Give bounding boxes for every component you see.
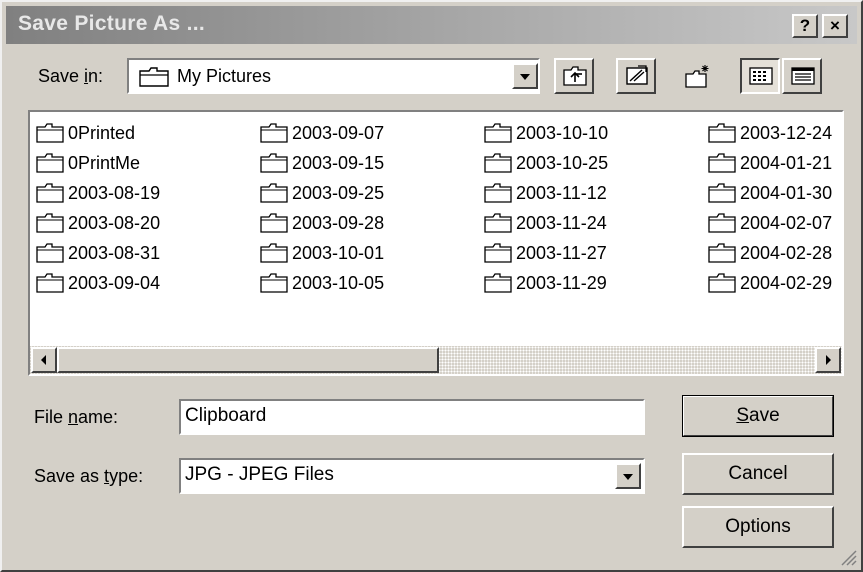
folder-name: 2003-09-07	[292, 123, 385, 143]
folder-icon	[36, 123, 64, 150]
folder-icon	[36, 243, 64, 270]
chevron-down-icon	[623, 474, 633, 480]
folder-name: 2004-02-29	[740, 273, 833, 293]
folder-name: 2003-10-05	[292, 273, 385, 293]
save-button[interactable]: Save	[682, 395, 834, 437]
folder-name: 2004-01-21	[740, 153, 833, 173]
save-in-dropdown[interactable]: My Pictures	[127, 58, 540, 94]
folder-icon	[260, 243, 288, 270]
save-as-type-value: JPG - JPEG Files	[185, 464, 334, 485]
details-view-icon	[791, 67, 815, 85]
folder-name: 2003-12-24	[740, 123, 833, 143]
save-in-dropdown-arrow[interactable]	[512, 63, 538, 89]
window-title: Save Picture As ...	[18, 12, 206, 35]
folder-name: 0Printed	[68, 123, 136, 143]
folder-name: 0PrintMe	[68, 153, 141, 173]
folder-icon	[708, 213, 736, 240]
close-button[interactable]: ×	[822, 14, 848, 38]
folder-icon	[484, 213, 512, 240]
folder-name: 2004-02-28	[740, 243, 833, 263]
folder-icon	[260, 153, 288, 180]
file-grid: 0Printed 0PrintMe 2003-08-19 2003-08-20 2003…	[30, 112, 842, 344]
folder-name: 2003-09-15	[292, 153, 385, 173]
folder-icon	[708, 123, 736, 150]
folder-name: 2003-09-04	[68, 273, 161, 293]
folder-name: 2003-11-12	[516, 183, 607, 203]
file-name-label: File name:	[34, 407, 119, 427]
folder-icon	[484, 123, 512, 150]
folder-name: 2003-10-25	[516, 153, 609, 173]
resize-grip-icon[interactable]	[839, 548, 857, 566]
list-view-icon	[749, 67, 773, 85]
scroll-right-button[interactable]	[815, 347, 841, 373]
folder-icon	[260, 183, 288, 210]
folder-name: 2003-10-01	[292, 243, 385, 263]
folder-icon	[708, 153, 736, 180]
details-view-button[interactable]	[782, 58, 822, 94]
folder-icon	[708, 273, 736, 300]
folder-name: 2003-09-25	[292, 183, 385, 203]
create-new-folder-button[interactable]	[676, 58, 716, 94]
folder-icon	[708, 183, 736, 210]
options-button[interactable]: Options	[682, 506, 834, 548]
desktop-button[interactable]	[616, 58, 656, 94]
folder-icon	[484, 183, 512, 210]
chevron-down-icon	[520, 74, 530, 80]
arrow-left-icon	[41, 355, 46, 365]
folder-icon	[36, 213, 64, 240]
save-picture-dialog: Save Picture As ... ? × Save in: My Pict…	[0, 0, 863, 572]
folder-icon	[139, 67, 169, 87]
folder-icon	[260, 273, 288, 300]
folder-name: 2003-11-24	[516, 213, 607, 233]
horizontal-scrollbar[interactable]	[30, 346, 842, 374]
scroll-left-button[interactable]	[31, 347, 57, 373]
folder-icon	[484, 273, 512, 300]
folder-name: 2003-08-31	[68, 243, 161, 263]
folder-name: 2003-11-29	[516, 273, 607, 293]
folder-name: 2003-08-20	[68, 213, 161, 233]
folder-icon	[260, 123, 288, 150]
folder-icon	[708, 243, 736, 270]
desktop-icon	[626, 65, 648, 85]
folder-name: 2003-11-27	[516, 243, 607, 263]
arrow-right-icon	[826, 355, 831, 365]
title-bar[interactable]: Save Picture As ... ? ×	[6, 6, 857, 44]
folder-name: 2004-01-30	[740, 183, 833, 203]
save-in-label: Save in:	[38, 66, 104, 86]
help-button[interactable]: ?	[792, 14, 818, 38]
folder-name: 2004-02-07	[740, 213, 833, 233]
folder-icon	[36, 153, 64, 180]
save-as-type-dropdown[interactable]: JPG - JPEG Files	[179, 458, 645, 494]
folder-icon	[484, 153, 512, 180]
up-one-level-icon	[563, 66, 587, 86]
folder-icon	[36, 183, 64, 210]
folder-name: 2003-08-19	[68, 183, 161, 203]
save-as-type-dropdown-arrow[interactable]	[615, 463, 641, 489]
file-name-input[interactable]: Clipboard	[179, 399, 645, 435]
folder-icon	[484, 243, 512, 270]
folder-icon	[36, 273, 64, 300]
save-in-value: My Pictures	[177, 66, 272, 86]
list-view-button[interactable]	[740, 58, 780, 94]
folder-name: 2003-10-10	[516, 123, 609, 143]
cancel-button[interactable]: Cancel	[682, 453, 834, 495]
folder-icon	[260, 213, 288, 240]
save-as-type-label: Save as type:	[34, 466, 144, 486]
file-list[interactable]: 0Printed 0PrintMe 2003-08-19 2003-08-20 2003…	[28, 110, 844, 376]
scroll-thumb[interactable]	[57, 347, 439, 373]
folder-name: 2003-09-28	[292, 213, 385, 233]
up-one-level-button[interactable]	[554, 58, 594, 94]
new-folder-icon	[685, 65, 709, 88]
